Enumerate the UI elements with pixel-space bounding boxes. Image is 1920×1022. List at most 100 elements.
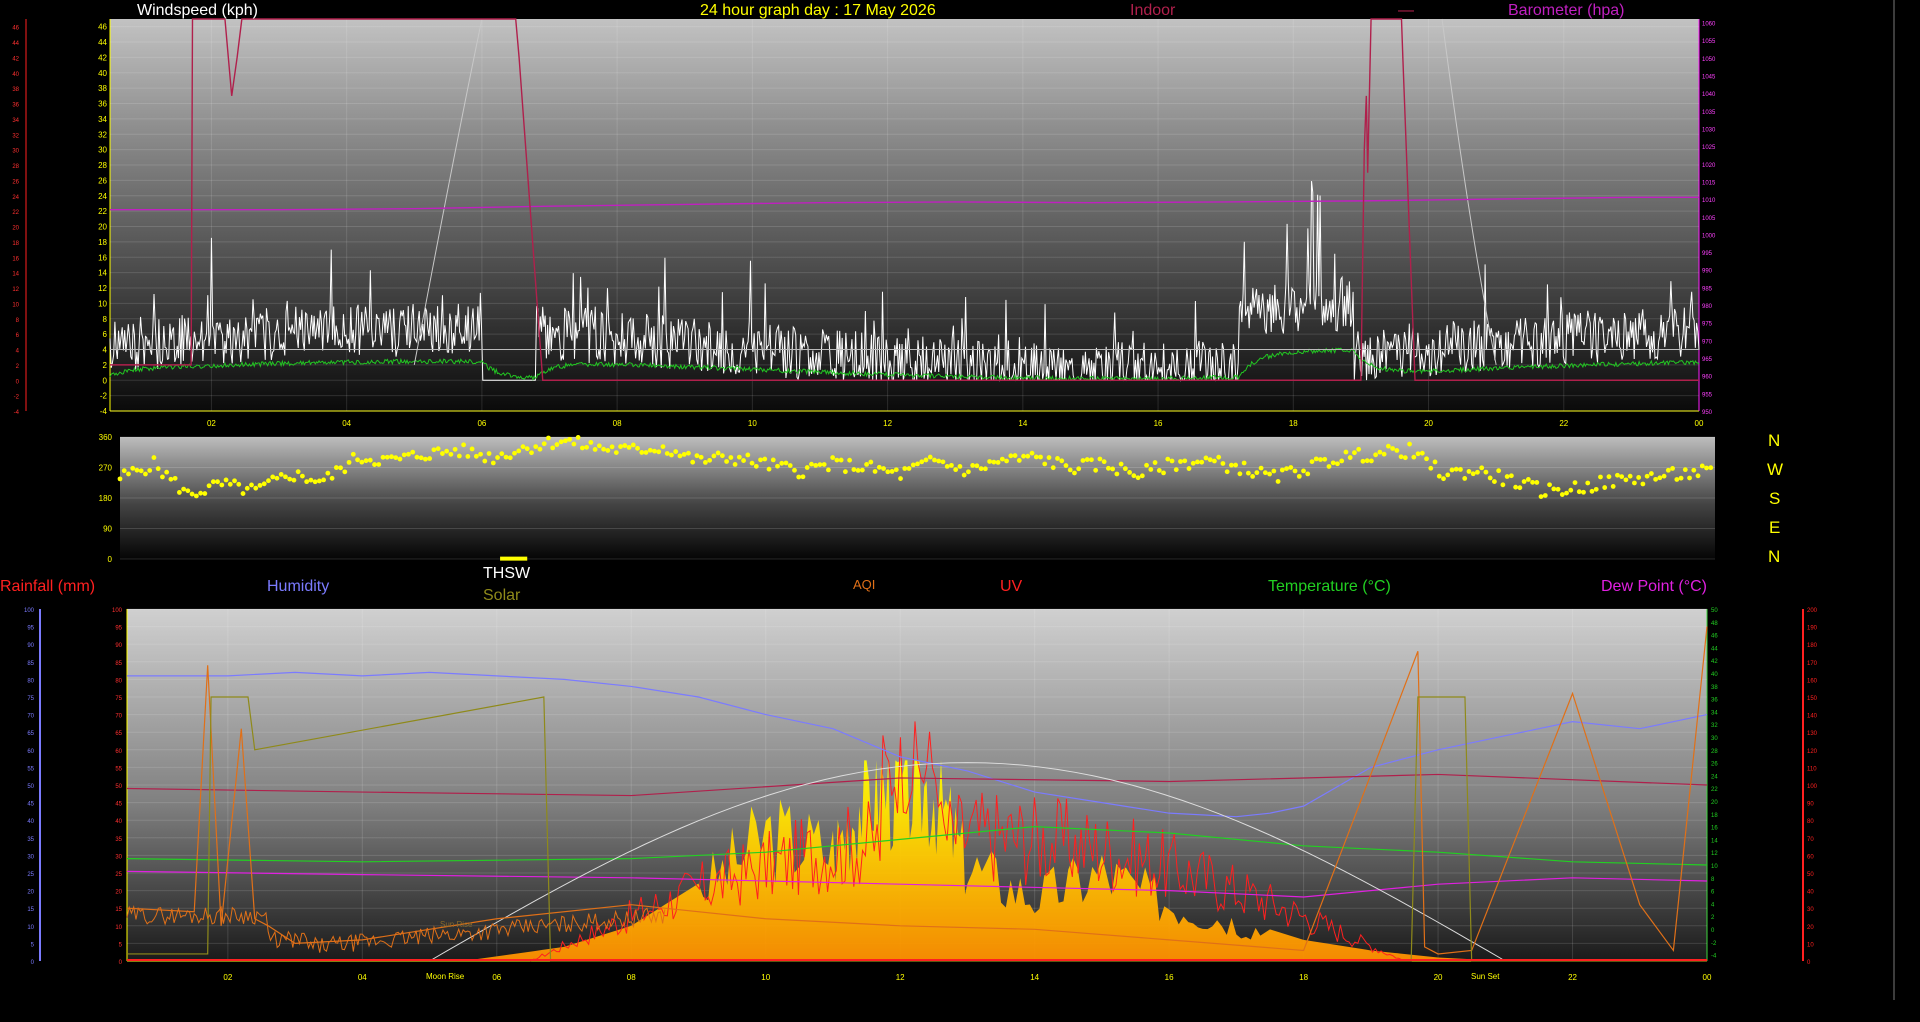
- wind-direction-point: [669, 452, 674, 458]
- wind-direction-point: [567, 436, 573, 442]
- wind-direction-point: [1381, 451, 1387, 457]
- top-right-tick-label: 975: [1702, 322, 1713, 328]
- wind-direction-point: [652, 448, 657, 454]
- top-red-tick-label: 20: [12, 226, 19, 232]
- wind-direction-point: [681, 451, 687, 457]
- wind-direction-point: [1598, 474, 1603, 480]
- wind-direction-point: [953, 467, 959, 473]
- wind-direction-point: [155, 466, 161, 472]
- wind-direction-point: [1670, 466, 1675, 471]
- wind-direction-point: [126, 471, 131, 477]
- wind-direction-point: [919, 459, 925, 465]
- wind-direction-point: [991, 459, 997, 465]
- wind-direction-point: [1704, 465, 1709, 471]
- wind-direction-point: [461, 442, 467, 448]
- wind-direction-point: [181, 486, 187, 492]
- temperature-tick-label: 24: [1711, 774, 1718, 780]
- wind-direction-point: [1402, 455, 1408, 461]
- windspeed-title: Windspeed (kph): [137, 2, 258, 19]
- wind-direction-point: [1530, 479, 1535, 485]
- top-red-tick-label: 16: [12, 256, 19, 262]
- wind-direction-point: [1050, 465, 1056, 471]
- wind-direction-point: [605, 448, 611, 453]
- rainfall-tick-label: 5: [31, 942, 35, 948]
- top-left-tick-label: 20: [98, 223, 107, 232]
- wind-direction-point: [291, 477, 297, 483]
- wind-direction-point: [266, 478, 271, 484]
- wind-direction-point: [796, 474, 802, 480]
- wind-direction-point: [1275, 479, 1281, 484]
- wind-direction-point: [1301, 468, 1306, 474]
- wind-direction-point: [728, 455, 734, 460]
- wind-direction-point: [584, 444, 590, 450]
- wind-direction-point: [1182, 458, 1188, 464]
- wind-direction-point: [1144, 462, 1149, 468]
- wind-direction-point: [898, 476, 903, 481]
- wind-direction-point: [698, 454, 704, 460]
- wind-direction-point: [1190, 460, 1196, 466]
- wind-direction-point: [1504, 474, 1510, 479]
- temperature-tick-label: 20: [1711, 800, 1718, 806]
- compass-label-s: S: [1769, 489, 1780, 508]
- wind-direction-point: [830, 455, 836, 460]
- top-right-tick-label: 1025: [1702, 145, 1716, 151]
- rainfall-tick-label: 70: [27, 714, 34, 720]
- wind-direction-point: [762, 456, 768, 462]
- wind-direction-point: [253, 485, 259, 491]
- wind-direction-point: [630, 442, 636, 448]
- wind-direction-point: [872, 469, 878, 474]
- uv-tick-label: 170: [1807, 661, 1818, 667]
- wind-direction-point: [915, 461, 920, 467]
- top-red-tick-label: 18: [12, 241, 19, 247]
- wind-direction-point: [456, 453, 462, 459]
- wind-direction-point: [401, 452, 407, 458]
- wind-direction-point: [575, 435, 581, 440]
- top-x-tick-label: 10: [748, 419, 757, 428]
- wind-direction-point: [469, 446, 475, 452]
- top-red-tick-label: 32: [12, 133, 19, 139]
- uv-tick-label: 110: [1807, 766, 1817, 772]
- top-red-tick-label: 4: [16, 349, 20, 355]
- wind-direction-point: [1449, 467, 1455, 473]
- wind-direction-point: [724, 459, 730, 464]
- top-red-tick-label: 44: [12, 41, 19, 47]
- wind-direction-point: [1335, 461, 1340, 467]
- wind-direction-point: [176, 490, 182, 495]
- temperature-tick-label: 18: [1711, 813, 1718, 819]
- wind-direction-point: [164, 469, 170, 475]
- wind-direction-point: [673, 449, 679, 454]
- bottom-left-tick-label: 90: [115, 643, 122, 649]
- wind-direction-point: [1368, 458, 1374, 464]
- wind-direction-point: [1360, 458, 1366, 464]
- wind-direction-point: [906, 466, 912, 471]
- wind-direction-point: [1114, 471, 1120, 477]
- wind-direction-point: [1619, 474, 1625, 480]
- bottom-x-tick-label: 14: [1030, 973, 1039, 982]
- wind-direction-point: [1636, 475, 1642, 480]
- wind-direction-point: [1653, 476, 1659, 482]
- top-left-tick-label: 30: [98, 146, 107, 155]
- wind-direction-point: [304, 479, 310, 485]
- wind-direction-point: [1419, 450, 1425, 456]
- uv-tick-label: 130: [1807, 731, 1818, 737]
- wind-direction-point: [1152, 460, 1158, 465]
- wind-direction-point: [847, 457, 853, 463]
- wind-direction-point: [1101, 459, 1107, 465]
- wind-direction-point: [1615, 472, 1620, 478]
- wind-direction-point: [295, 469, 301, 475]
- wind-direction-point: [355, 457, 360, 463]
- wind-direction-point: [1691, 467, 1697, 473]
- wind-direction-point: [1534, 480, 1540, 485]
- wind-direction-point: [694, 453, 700, 459]
- wind-direction-point: [1008, 453, 1014, 459]
- top-red-tick-label: 10: [12, 302, 19, 308]
- uv-tick-label: 0: [1807, 960, 1811, 966]
- bottom-left-tick-label: 20: [115, 890, 122, 896]
- wind-direction-point: [1292, 468, 1298, 474]
- top-x-tick-label: 04: [342, 419, 351, 428]
- wind-direction-point: [932, 457, 937, 463]
- wind-direction-point: [1411, 454, 1417, 460]
- top-left-tick-label: 28: [98, 161, 107, 170]
- wind-direction-point: [1551, 486, 1557, 492]
- wind-direction-point: [978, 466, 984, 472]
